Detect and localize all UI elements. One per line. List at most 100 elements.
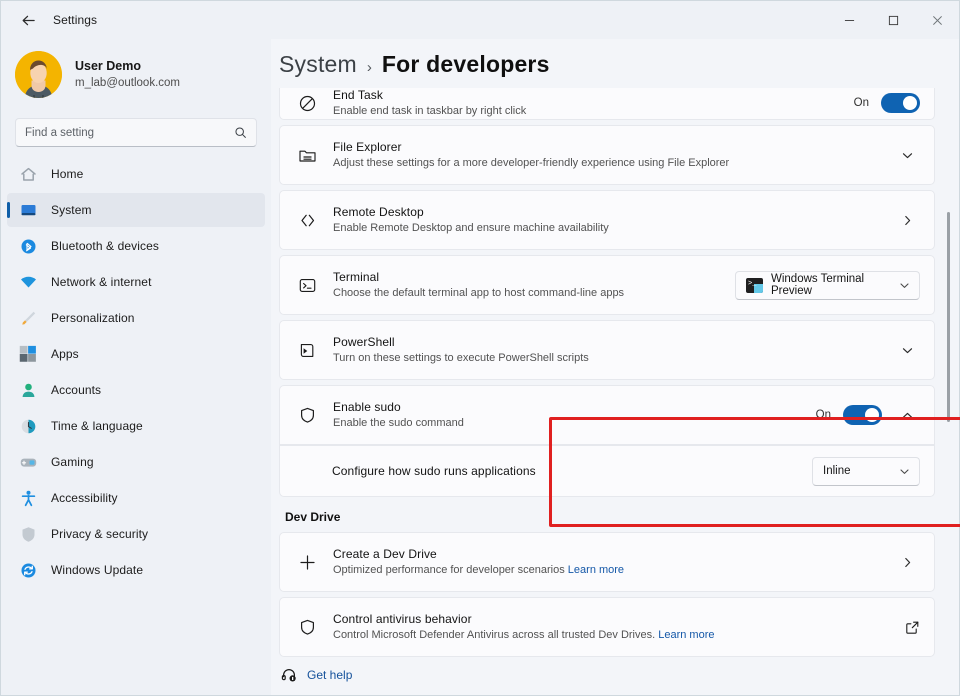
end-task-toggle[interactable]: [881, 93, 920, 113]
sidebar-item-label: Personalization: [51, 311, 135, 325]
search-icon: [234, 126, 247, 139]
maximize-button[interactable]: [871, 1, 915, 39]
window-title: Settings: [53, 13, 98, 27]
setting-row-enable-sudo[interactable]: Enable sudo Enable the sudo command On: [279, 385, 935, 445]
sidebar-item-label: Apps: [51, 347, 79, 361]
sidebar-item-label: Bluetooth & devices: [51, 239, 159, 253]
minimize-button[interactable]: [827, 1, 871, 39]
setting-control: >_ Windows Terminal Preview: [735, 270, 920, 300]
settings-scroll-area: End Task Enable end task in taskbar by r…: [271, 88, 959, 661]
search-input[interactable]: [25, 126, 234, 139]
setting-row-create-dev-drive[interactable]: Create a Dev Drive Optimized performance…: [279, 532, 935, 592]
setting-row-file-explorer[interactable]: File Explorer Adjust these settings for …: [279, 125, 935, 185]
scrollbar[interactable]: [947, 92, 950, 653]
close-icon: [932, 15, 942, 25]
setting-text: Control antivirus behavior Control Micro…: [333, 611, 905, 643]
learn-more-link[interactable]: Learn more: [658, 629, 714, 641]
account-name: User Demo: [75, 59, 141, 73]
setting-text: Enable sudo Enable the sudo command: [333, 399, 816, 431]
bluetooth-icon: [17, 236, 39, 256]
settings-window: Settings User Demo m_lab@outlook.com Fin…: [0, 0, 960, 696]
sidebar-item-label: Accessibility: [51, 491, 118, 505]
sidebar-item-personalization[interactable]: Personalization: [7, 301, 265, 335]
setting-control: [905, 620, 920, 635]
sudo-mode-dropdown[interactable]: Inline: [812, 456, 920, 486]
account-block[interactable]: User Demo m_lab@outlook.com: [1, 39, 271, 112]
chevron-down-icon[interactable]: [894, 142, 920, 168]
get-help[interactable]: Get help: [271, 661, 959, 695]
setting-subtitle: Enable end task in taskbar by right clic…: [333, 105, 527, 117]
setting-row-terminal[interactable]: Terminal Choose the default terminal app…: [279, 255, 935, 315]
page-title: For developers: [381, 51, 550, 77]
sidebar-item-label: System: [51, 203, 92, 217]
setting-row-control-antivirus[interactable]: Control antivirus behavior Control Micro…: [279, 597, 935, 657]
minimize-icon: [844, 19, 854, 21]
setting-text: File Explorer Adjust these settings for …: [333, 139, 894, 171]
sidebar-item-system[interactable]: System: [7, 193, 265, 227]
sidebar-item-home[interactable]: Home: [7, 157, 265, 191]
shield-icon: [294, 402, 320, 428]
sidebar-item-network[interactable]: Network & internet: [7, 265, 265, 299]
breadcrumb-separator-icon: ›: [366, 59, 372, 76]
breadcrumb: System › For developers: [271, 39, 959, 88]
sidebar-item-apps[interactable]: Apps: [7, 337, 265, 371]
sidebar-item-gaming[interactable]: Gaming: [7, 445, 265, 479]
setting-subtitle: Adjust these settings for a more develop…: [333, 157, 730, 169]
chevron-down-icon: [899, 466, 910, 477]
setting-title: Enable sudo: [333, 400, 401, 414]
sidebar-item-label: Gaming: [51, 455, 94, 469]
scrollbar-thumb[interactable]: [947, 212, 950, 422]
setting-title: Terminal: [333, 270, 380, 284]
apps-icon: [19, 345, 36, 362]
setting-title: Configure how sudo runs applications: [332, 464, 536, 478]
plus-icon: [294, 549, 320, 575]
sidebar-item-privacy-security[interactable]: Privacy & security: [7, 517, 265, 551]
setting-title: End Task: [333, 88, 383, 102]
system-icon: [17, 200, 39, 220]
chevron-up-icon[interactable]: [894, 402, 920, 428]
sidebar-item-label: Accounts: [51, 383, 102, 397]
setting-control: On: [854, 93, 920, 113]
block-icon: [294, 90, 320, 116]
content-pane: System › For developers End Task Enable …: [271, 39, 960, 695]
setting-text: End Task Enable end task in taskbar by r…: [333, 88, 854, 119]
sidebar-item-time-language[interactable]: Time & language: [7, 409, 265, 443]
sidebar-item-accessibility[interactable]: Accessibility: [7, 481, 265, 515]
setting-subtitle: Turn on these settings to execute PowerS…: [333, 352, 589, 364]
terminal-app-dropdown[interactable]: >_ Windows Terminal Preview: [735, 270, 920, 300]
breadcrumb-root[interactable]: System: [279, 51, 357, 78]
setting-control: [894, 207, 920, 233]
setting-title: File Explorer: [333, 140, 402, 154]
back-button[interactable]: [11, 5, 45, 35]
window-body: User Demo m_lab@outlook.com Find a setti…: [1, 39, 960, 695]
setting-title: PowerShell: [333, 335, 395, 349]
sidebar-item-label: Windows Update: [51, 563, 144, 577]
setting-title: Remote Desktop: [333, 205, 424, 219]
powershell-icon: [294, 337, 320, 363]
setting-subtitle: Enable Remote Desktop and ensure machine…: [333, 222, 609, 234]
chevron-down-icon[interactable]: [894, 337, 920, 363]
brush-icon: [17, 308, 39, 328]
enable-sudo-toggle[interactable]: [843, 405, 882, 425]
setting-subrow-sudo-mode[interactable]: Configure how sudo runs applications Inl…: [279, 445, 935, 497]
toggle-state-label: On: [815, 409, 831, 421]
external-link-icon[interactable]: [905, 620, 920, 635]
learn-more-link[interactable]: Learn more: [568, 564, 624, 576]
close-button[interactable]: [915, 1, 959, 39]
setting-row-end-task[interactable]: End Task Enable end task in taskbar by r…: [279, 88, 935, 120]
shield-icon: [294, 614, 320, 640]
search-box[interactable]: [15, 118, 257, 147]
chevron-right-icon[interactable]: [894, 207, 920, 233]
subtitle-text: Optimized performance for developer scen…: [333, 564, 565, 576]
setting-row-powershell[interactable]: PowerShell Turn on these settings to exe…: [279, 320, 935, 380]
sidebar-item-accounts[interactable]: Accounts: [7, 373, 265, 407]
accessibility-icon: [17, 488, 39, 508]
remote-desktop-icon: [294, 207, 320, 233]
maximize-icon: [888, 15, 898, 25]
setting-subtitle: Control Microsoft Defender Antivirus acr…: [333, 628, 905, 643]
sidebar-item-windows-update[interactable]: Windows Update: [7, 553, 265, 587]
chevron-right-icon[interactable]: [894, 549, 920, 575]
sidebar-item-bluetooth[interactable]: Bluetooth & devices: [7, 229, 265, 263]
setting-row-remote-desktop[interactable]: Remote Desktop Enable Remote Desktop and…: [279, 190, 935, 250]
sidebar: User Demo m_lab@outlook.com Find a setti…: [1, 39, 271, 695]
